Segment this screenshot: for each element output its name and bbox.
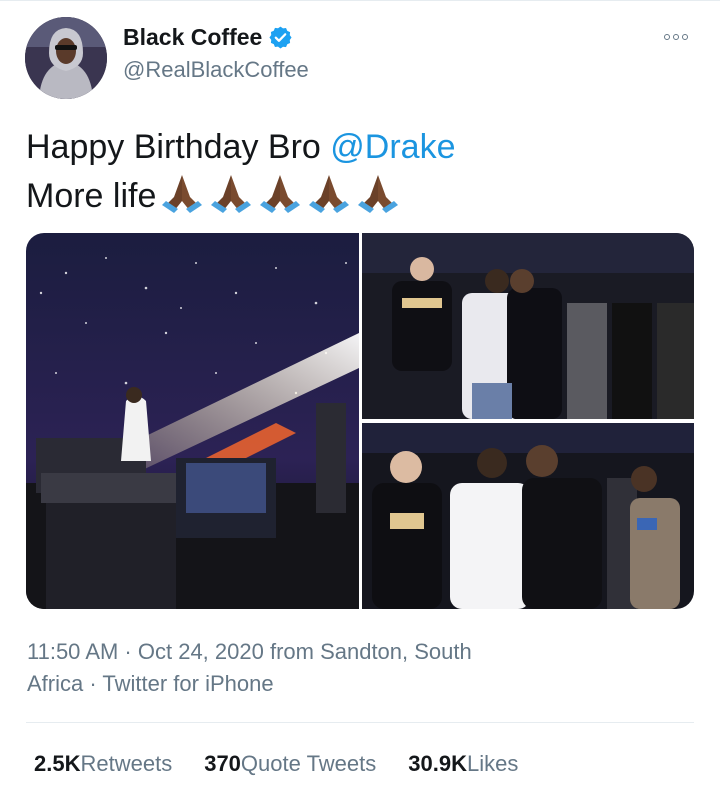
quote-tweets-count: 370 (204, 751, 241, 776)
engagement-stats: 2.5KRetweets 370Quote Tweets 30.9KLikes (34, 751, 518, 777)
avatar-image (25, 17, 107, 99)
hug-photo-1[interactable] (362, 233, 694, 419)
tweet-text-part: More life (26, 177, 157, 215)
quote-tweets-stat[interactable]: 370Quote Tweets (204, 751, 376, 777)
top-border (0, 0, 720, 1)
likes-count: 30.9K (408, 751, 467, 776)
verified-badge-icon (269, 26, 292, 49)
tweet-text-part: Happy Birthday Bro (26, 128, 331, 166)
tweet-text: Happy Birthday Bro @Drake More life (26, 124, 455, 220)
likes-stat[interactable]: 30.9KLikes (408, 751, 518, 777)
folded-hands-emoji (211, 175, 252, 213)
retweets-label: Retweets (80, 751, 173, 776)
author-name-row: Black Coffee (123, 24, 293, 51)
retweets-count: 2.5K (34, 751, 81, 776)
tweet-metadata: 11:50 AM · Oct 24, 2020 from Sandton, So… (27, 636, 567, 700)
mention-link[interactable]: @Drake (330, 128, 455, 166)
tweet-line-1: Happy Birthday Bro @Drake (26, 124, 455, 171)
display-name[interactable]: Black Coffee (123, 24, 262, 51)
tweet-line-2: More life (26, 171, 455, 220)
dj-stage-photo[interactable] (26, 233, 359, 609)
folded-hands-emoji (260, 175, 301, 213)
retweets-stat[interactable]: 2.5KRetweets (34, 751, 172, 777)
folded-hands-emoji (162, 175, 203, 213)
avatar[interactable] (25, 17, 107, 99)
media-grid (26, 233, 694, 609)
more-options-icon[interactable] (664, 30, 694, 44)
folded-hands-emoji (309, 175, 350, 213)
user-handle[interactable]: @RealBlackCoffee (123, 57, 309, 83)
folded-hands-emoji (358, 175, 399, 213)
divider (26, 722, 694, 723)
likes-label: Likes (466, 751, 519, 776)
hug-photo-2[interactable] (362, 423, 694, 609)
timestamp-location[interactable]: 11:50 AM · Oct 24, 2020 from Sandton, So… (27, 636, 567, 668)
emoji-row (160, 171, 400, 213)
location-source[interactable]: Africa · Twitter for iPhone (27, 668, 567, 700)
quote-tweets-label: Quote Tweets (240, 751, 377, 776)
